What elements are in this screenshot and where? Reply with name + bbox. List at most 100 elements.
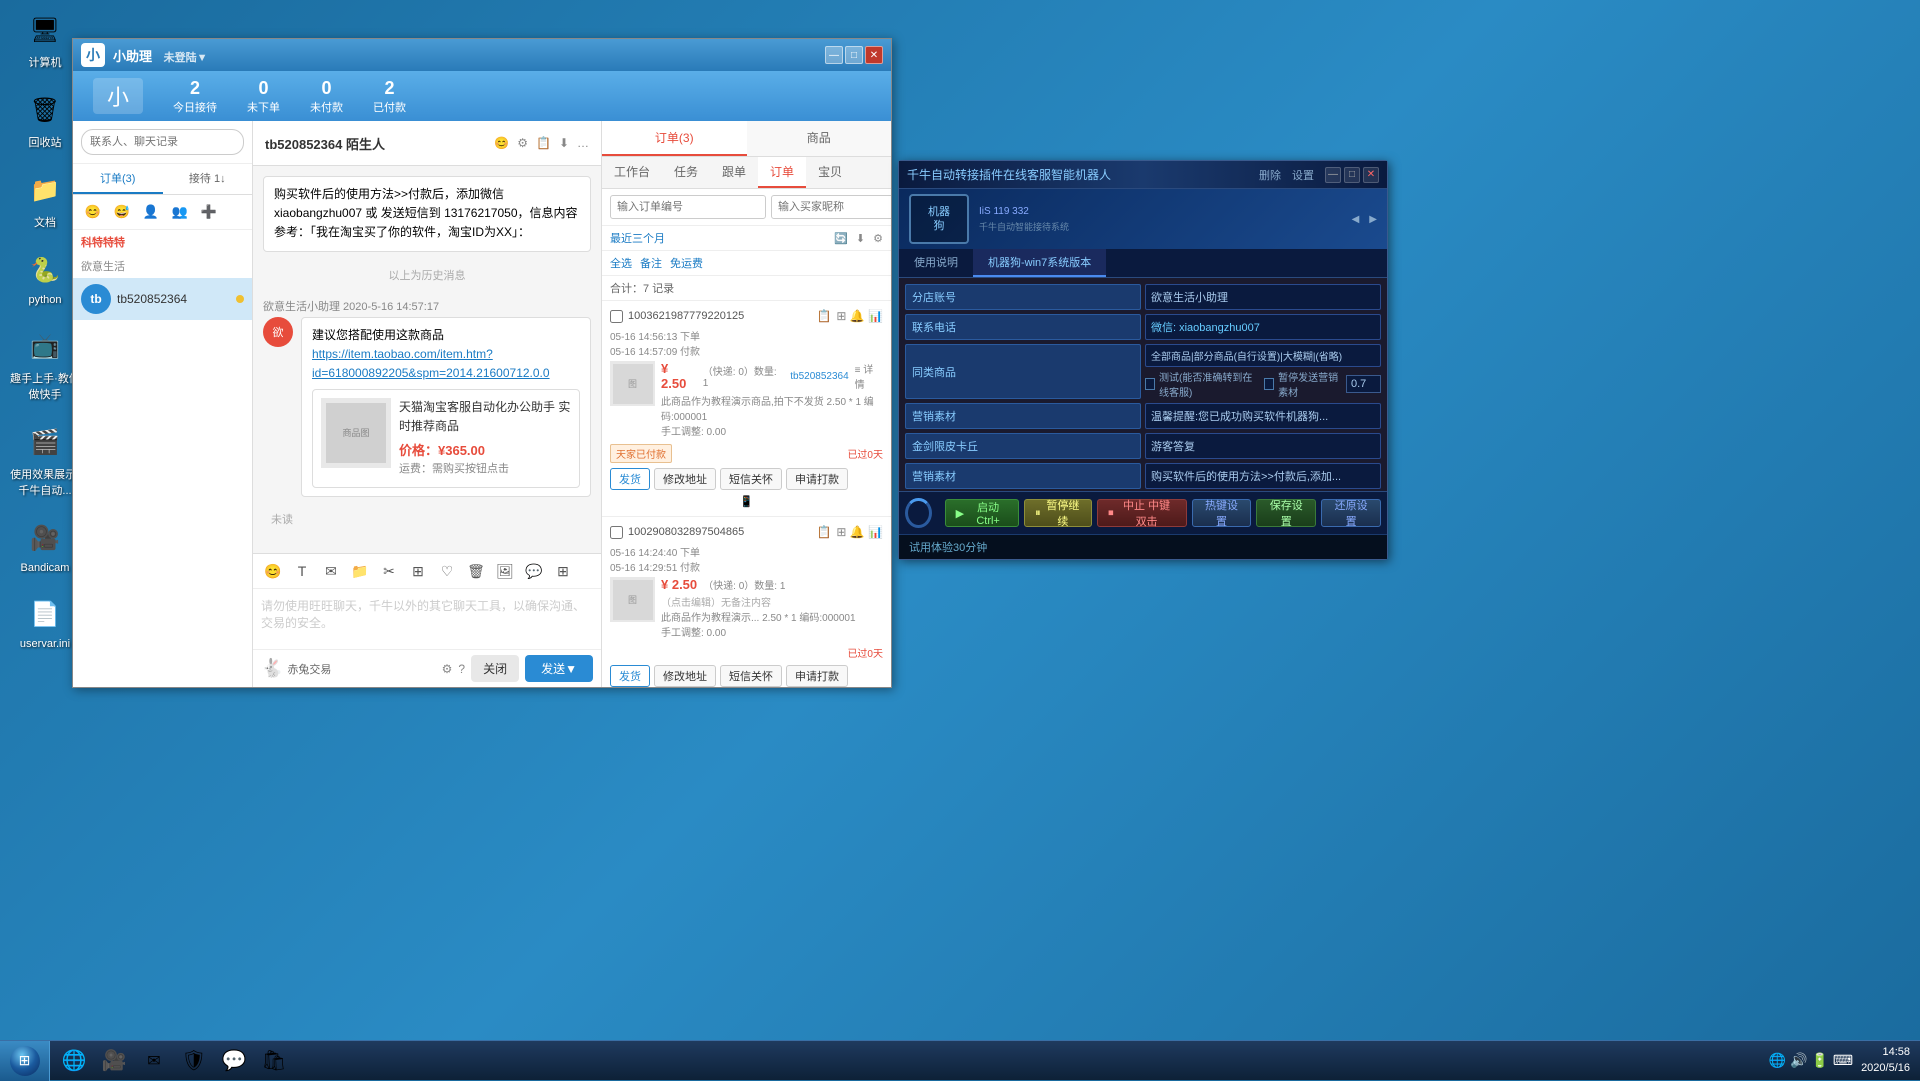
refresh-icon[interactable]: 🔄 <box>834 232 848 245</box>
note-filter-btn[interactable]: 备注 <box>640 255 662 271</box>
order-copy-icon[interactable]: 📋 <box>816 309 831 323</box>
taskbar-163mail[interactable]: ✉ <box>135 1043 173 1079</box>
robot-tab-guide[interactable]: 使用说明 <box>899 249 973 277</box>
scissor-btn[interactable]: ✂ <box>377 559 401 583</box>
robot-minimize-btn[interactable]: — <box>1325 167 1341 183</box>
chat-clip-icon[interactable]: 📋 <box>536 136 551 150</box>
sms-btn-1[interactable]: 短信关怀 <box>720 468 782 490</box>
order-search-input[interactable] <box>610 195 766 219</box>
hotkey-btn[interactable]: 热键设置 <box>1192 499 1252 527</box>
free-shipping-btn[interactable]: 免运费 <box>670 255 703 271</box>
smile-icon-btn[interactable]: 😅 <box>110 200 134 224</box>
more-btn[interactable]: ⊞ <box>551 559 575 583</box>
all-filter-btn[interactable]: 全选 <box>610 255 632 271</box>
nav-tab-tracking[interactable]: 跟单 <box>710 157 758 188</box>
robot-label-material2[interactable]: 营销素材 <box>905 463 1141 489</box>
order-tab-orders[interactable]: 订单(3) <box>602 121 747 156</box>
emoji-icon-btn[interactable]: 😊 <box>81 200 105 224</box>
message-link[interactable]: https://item.taobao.com/item.htm?id=6180… <box>312 347 550 380</box>
reset-settings-btn[interactable]: 还原设置 <box>1321 499 1381 527</box>
heart-btn[interactable]: ♡ <box>435 559 459 583</box>
robot-label-phone[interactable]: 联系电话 <box>905 314 1141 340</box>
robot-label-products[interactable]: 同类商品 <box>905 344 1141 399</box>
robot-checkbox-pause[interactable] <box>1264 378 1274 390</box>
settings-filter-icon[interactable]: ⚙ <box>873 232 883 245</box>
taskbar-bandicam[interactable]: 🎥 <box>95 1043 133 1079</box>
nav-tab-workbench[interactable]: 工作台 <box>602 157 662 188</box>
robot-checkbox-1[interactable] <box>1145 378 1155 390</box>
voice-btn[interactable]: 💬 <box>522 559 546 583</box>
desktop-icon-effect[interactable]: 🎬 使用效果展示·千牛自动... <box>10 422 80 498</box>
emoji-btn[interactable]: 😊 <box>261 559 285 583</box>
stop-btn[interactable]: ⏹ 中止 中键双击 <box>1097 499 1187 527</box>
taskbar-chrome[interactable]: 🌐 <box>55 1043 93 1079</box>
chat-input[interactable]: 请勿使用旺旺聊天，千牛以外的其它聊天工具，以确保沟通、交易的安全。 <box>253 589 601 649</box>
ship-btn-1[interactable]: 发货 <box>610 468 650 490</box>
robot-visitor-input[interactable] <box>1151 440 1375 452</box>
robot-material1-input[interactable] <box>1151 410 1375 422</box>
prev-btn[interactable]: ◀ <box>1352 214 1360 225</box>
nav-tab-orders[interactable]: 订单 <box>758 157 806 188</box>
sidebar-tab-reception[interactable]: 接待 1↓ <box>163 164 253 194</box>
sms-btn-2[interactable]: 短信关怀 <box>720 665 782 687</box>
robot-label-account[interactable]: 分店账号 <box>905 284 1141 310</box>
payment-btn-2[interactable]: 申请打款 <box>786 665 848 687</box>
desktop-icon-uservar[interactable]: 📄 uservar.ini <box>10 594 80 650</box>
desktop-icon-python[interactable]: 🐍 python <box>10 250 80 306</box>
add-icon-btn[interactable]: ➕ <box>197 200 221 224</box>
chat-down-icon[interactable]: ⬇ <box>559 136 569 150</box>
payment-btn-1[interactable]: 申请打款 <box>786 468 848 490</box>
settings-icon[interactable]: ⚙ <box>442 662 453 676</box>
delete-link[interactable]: 删除 <box>1259 167 1281 183</box>
desktop-icon-recycle[interactable]: 🗑 回收站 <box>10 90 80 150</box>
pause-btn[interactable]: ⏸ 暂停继续 <box>1024 499 1092 527</box>
ship-btn-2[interactable]: 发货 <box>610 665 650 687</box>
robot-maximize-btn[interactable]: □ <box>1344 167 1360 183</box>
image-btn[interactable]: 🖼 <box>493 559 517 583</box>
folder-btn[interactable]: 📁 <box>348 559 372 583</box>
desktop-icon-documents[interactable]: 📁 文档 <box>10 170 80 230</box>
taskbar-taobao[interactable]: 🛍 <box>255 1043 293 1079</box>
person-icon-btn[interactable]: 👤 <box>139 200 163 224</box>
robot-account-input[interactable] <box>1151 291 1375 303</box>
chat-gear-icon[interactable]: ⚙ <box>517 136 528 150</box>
order-tab-products[interactable]: 商品 <box>747 121 892 156</box>
minimize-button[interactable]: — <box>825 46 843 64</box>
order-detail-icon[interactable]: ≡ 详情 <box>855 361 883 391</box>
delete-btn[interactable]: 🗑 <box>464 559 488 583</box>
robot-number-input[interactable] <box>1346 375 1381 393</box>
sidebar-tab-orders[interactable]: 订单(3) <box>73 164 163 194</box>
copy-btn[interactable]: ⊞ <box>406 559 430 583</box>
send-btn[interactable]: 发送▼ <box>525 655 593 682</box>
save-settings-btn[interactable]: 保存设置 <box>1256 499 1316 527</box>
start-btn[interactable]: ▶ 启动 Ctrl+ <box>945 499 1019 527</box>
buyer-search-input[interactable] <box>771 195 891 219</box>
download-icon[interactable]: ⬇ <box>856 232 865 245</box>
next-btn[interactable]: ▶ <box>1369 214 1377 225</box>
robot-label-visitor[interactable]: 金剑限皮卡丘 <box>905 433 1141 459</box>
help-icon[interactable]: ? <box>458 662 465 676</box>
desktop-icon-bandicam[interactable]: 🎥 Bandicam <box>10 518 80 574</box>
taskbar-wechat[interactable]: 💬 <box>215 1043 253 1079</box>
mail-btn[interactable]: ✉ <box>319 559 343 583</box>
robot-label-material1[interactable]: 营销素材 <box>905 403 1141 429</box>
date-filter-btn[interactable]: 最近三个月 <box>610 230 665 246</box>
order-checkbox-1[interactable] <box>610 310 623 323</box>
group-icon-btn[interactable]: 👥 <box>168 200 192 224</box>
text-btn[interactable]: T <box>290 559 314 583</box>
close-chat-btn[interactable]: 关闭 <box>471 655 519 682</box>
robot-close-btn[interactable]: ✕ <box>1363 167 1379 183</box>
nav-tab-tasks[interactable]: 任务 <box>662 157 710 188</box>
order-copy-icon-2[interactable]: 📋 <box>816 525 831 539</box>
desktop-icon-computer[interactable]: 🖥 计算机 <box>10 10 80 70</box>
nav-tab-products[interactable]: 宝贝 <box>806 157 854 188</box>
search-input[interactable] <box>81 129 244 155</box>
robot-tab-version[interactable]: 机器狗-win7系统版本 <box>973 249 1106 277</box>
desktop-icon-learn[interactable]: 📺 趣手上手·教你做快手 <box>10 326 80 402</box>
robot-material2-input[interactable] <box>1151 470 1375 482</box>
order-checkbox-2[interactable] <box>610 526 623 539</box>
chat-more-icon[interactable]: … <box>577 136 589 150</box>
close-button[interactable]: ✕ <box>865 46 883 64</box>
contact-item-tb520[interactable]: tb tb520852364 <box>73 278 252 320</box>
chat-emoji-icon[interactable]: 😊 <box>494 136 509 150</box>
